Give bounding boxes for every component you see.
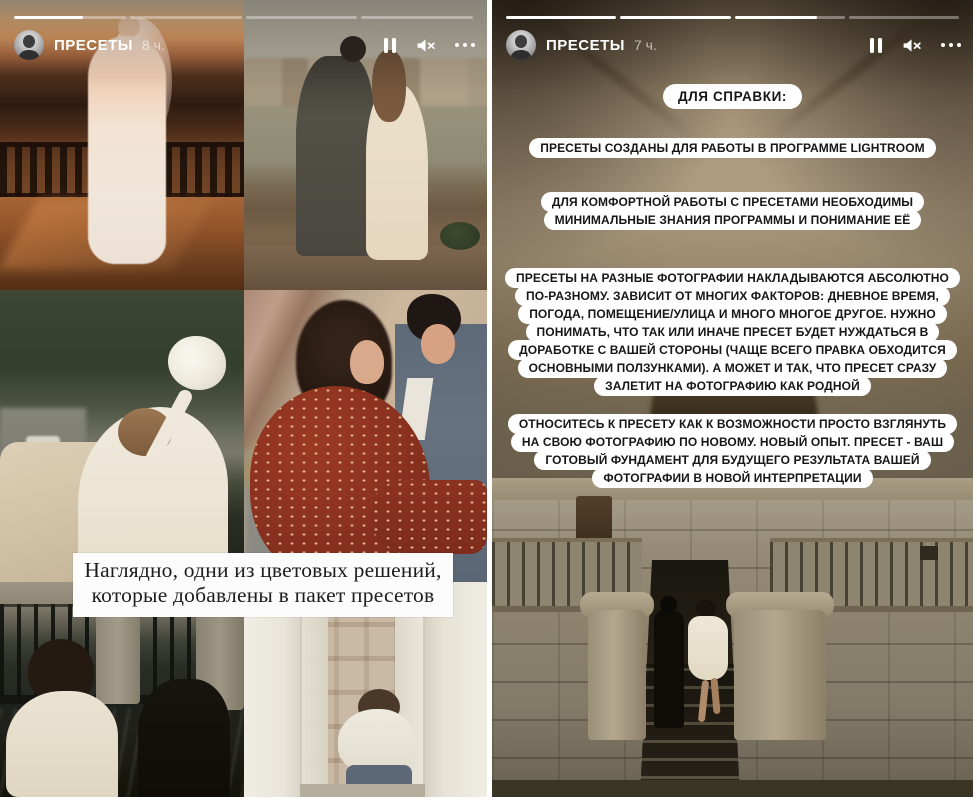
muted-speaker-glyph [415,35,436,56]
vault-rib-shape [765,0,973,144]
granite-pillar-shape [588,610,646,740]
ground-shadow-shape [492,780,973,797]
text-block-lightroom: ПРЕСЕТЫ СОЗДАНЫ ДЛЯ РАБОТЫ В ПРОГРАММЕ L… [502,139,963,157]
pause-icon[interactable] [870,38,882,53]
red-dress-sleeve-shape [370,480,487,554]
story-progress-bar [14,16,473,19]
photo-couple-street-red-dress [244,290,487,582]
pill-text: ДЛЯ СПРАВКИ: [663,84,802,109]
windowsill-shape [300,784,425,797]
man-dark-suit-shape [138,679,230,797]
more-options-icon[interactable] [455,43,476,48]
story-right[interactable]: ДЛЯ СПРАВКИ: ПРЕСЕТЫ СОЗДАНЫ ДЛЯ РАБОТЫ … [492,0,973,797]
vault-rib-shape [492,0,700,144]
muted-speaker-glyph [901,35,922,56]
story-timestamp: 8 ч. [142,37,165,53]
story-timestamp: 7 ч. [634,37,657,53]
avatar-body-shape [510,50,532,60]
white-bouquet-shape [168,336,226,390]
woman-white-dress-shape [6,691,118,797]
username[interactable]: ПРЕСЕТЫ [546,37,625,54]
text-block-skills-needed: ДЛЯ КОМФОРТНОЙ РАБОТЫ С ПРЕСЕТАМИ НЕОБХО… [502,193,963,229]
stories-page: Наглядно, одни из цветовых решений, кото… [0,0,977,800]
progress-segment [14,16,126,19]
progress-segment [620,16,730,19]
wooden-door-shape [576,496,612,542]
pill-text: ДЛЯ КОМФОРТНОЙ РАБОТЫ С ПРЕСЕТАМИ НЕОБХО… [541,192,924,230]
more-options-icon[interactable] [941,43,962,48]
man-face-shape [421,324,455,364]
avatar-head-shape [515,35,527,48]
pill-text: ОТНОСИТЕСЬ К ПРЕСЕТУ КАК К ВОЗМОЖНОСТИ П… [508,414,957,488]
sound-off-icon[interactable] [415,35,436,56]
pill-text: ПРЕСЕТЫ НА РАЗНЫЕ ФОТОГРАФИИ НАКЛАДЫВАЮТ… [505,268,960,396]
progress-segment [130,16,242,19]
progress-segment [849,16,959,19]
avatar[interactable] [506,30,536,60]
story-controls [870,35,962,56]
avatar-body-shape [18,50,40,60]
woman-face-shape [350,340,384,384]
pause-icon[interactable] [384,38,396,53]
pill-text: ПРЕСЕТЫ СОЗДАНЫ ДЛЯ РАБОТЫ В ПРОГРАММЕ L… [529,138,936,158]
bouquet-shape [440,222,480,250]
wall-lamp-shape [920,546,938,560]
text-block-preset-as-foundation: ОТНОСИТЕСЬ К ПРЕСЕТУ КАК К ВОЗМОЖНОСТИ П… [502,415,963,487]
story-header: ПРЕСЕТЫ 7 ч. [506,29,961,61]
caption-box: Наглядно, одни из цветовых решений, кото… [73,553,453,617]
progress-segment [361,16,473,19]
groom-head-shape [660,596,677,613]
open-pane-left-shape [302,587,328,792]
couple-white-shirts-shape [338,709,414,773]
text-block-presets-apply-differently: ПРЕСЕТЫ НА РАЗНЫЕ ФОТОГРАФИИ НАКЛАДЫВАЮТ… [502,269,963,395]
story-left[interactable]: Наглядно, одни из цветовых решений, кото… [0,0,487,797]
bride-dress-shape [688,616,728,680]
story-controls [384,35,476,56]
text-block-for-reference: ДЛЯ СПРАВКИ: [502,88,963,107]
username[interactable]: ПРЕСЕТЫ [54,37,133,54]
story-header: ПРЕСЕТЫ 8 ч. [14,29,475,61]
avatar-head-shape [23,35,35,48]
progress-segment [246,16,358,19]
progress-segment [735,16,845,19]
progress-segment [506,16,616,19]
avatar[interactable] [14,30,44,60]
groom-suit-shape [296,56,374,256]
sound-off-icon[interactable] [901,35,922,56]
groom-figure-shape [654,610,684,728]
bride-dress-shape [88,36,166,264]
photo-bride-in-car [0,290,244,582]
granite-pillar-shape [734,610,826,740]
caption-text: Наглядно, одни из цветовых решений, кото… [84,558,441,607]
story-progress-bar [506,16,959,19]
